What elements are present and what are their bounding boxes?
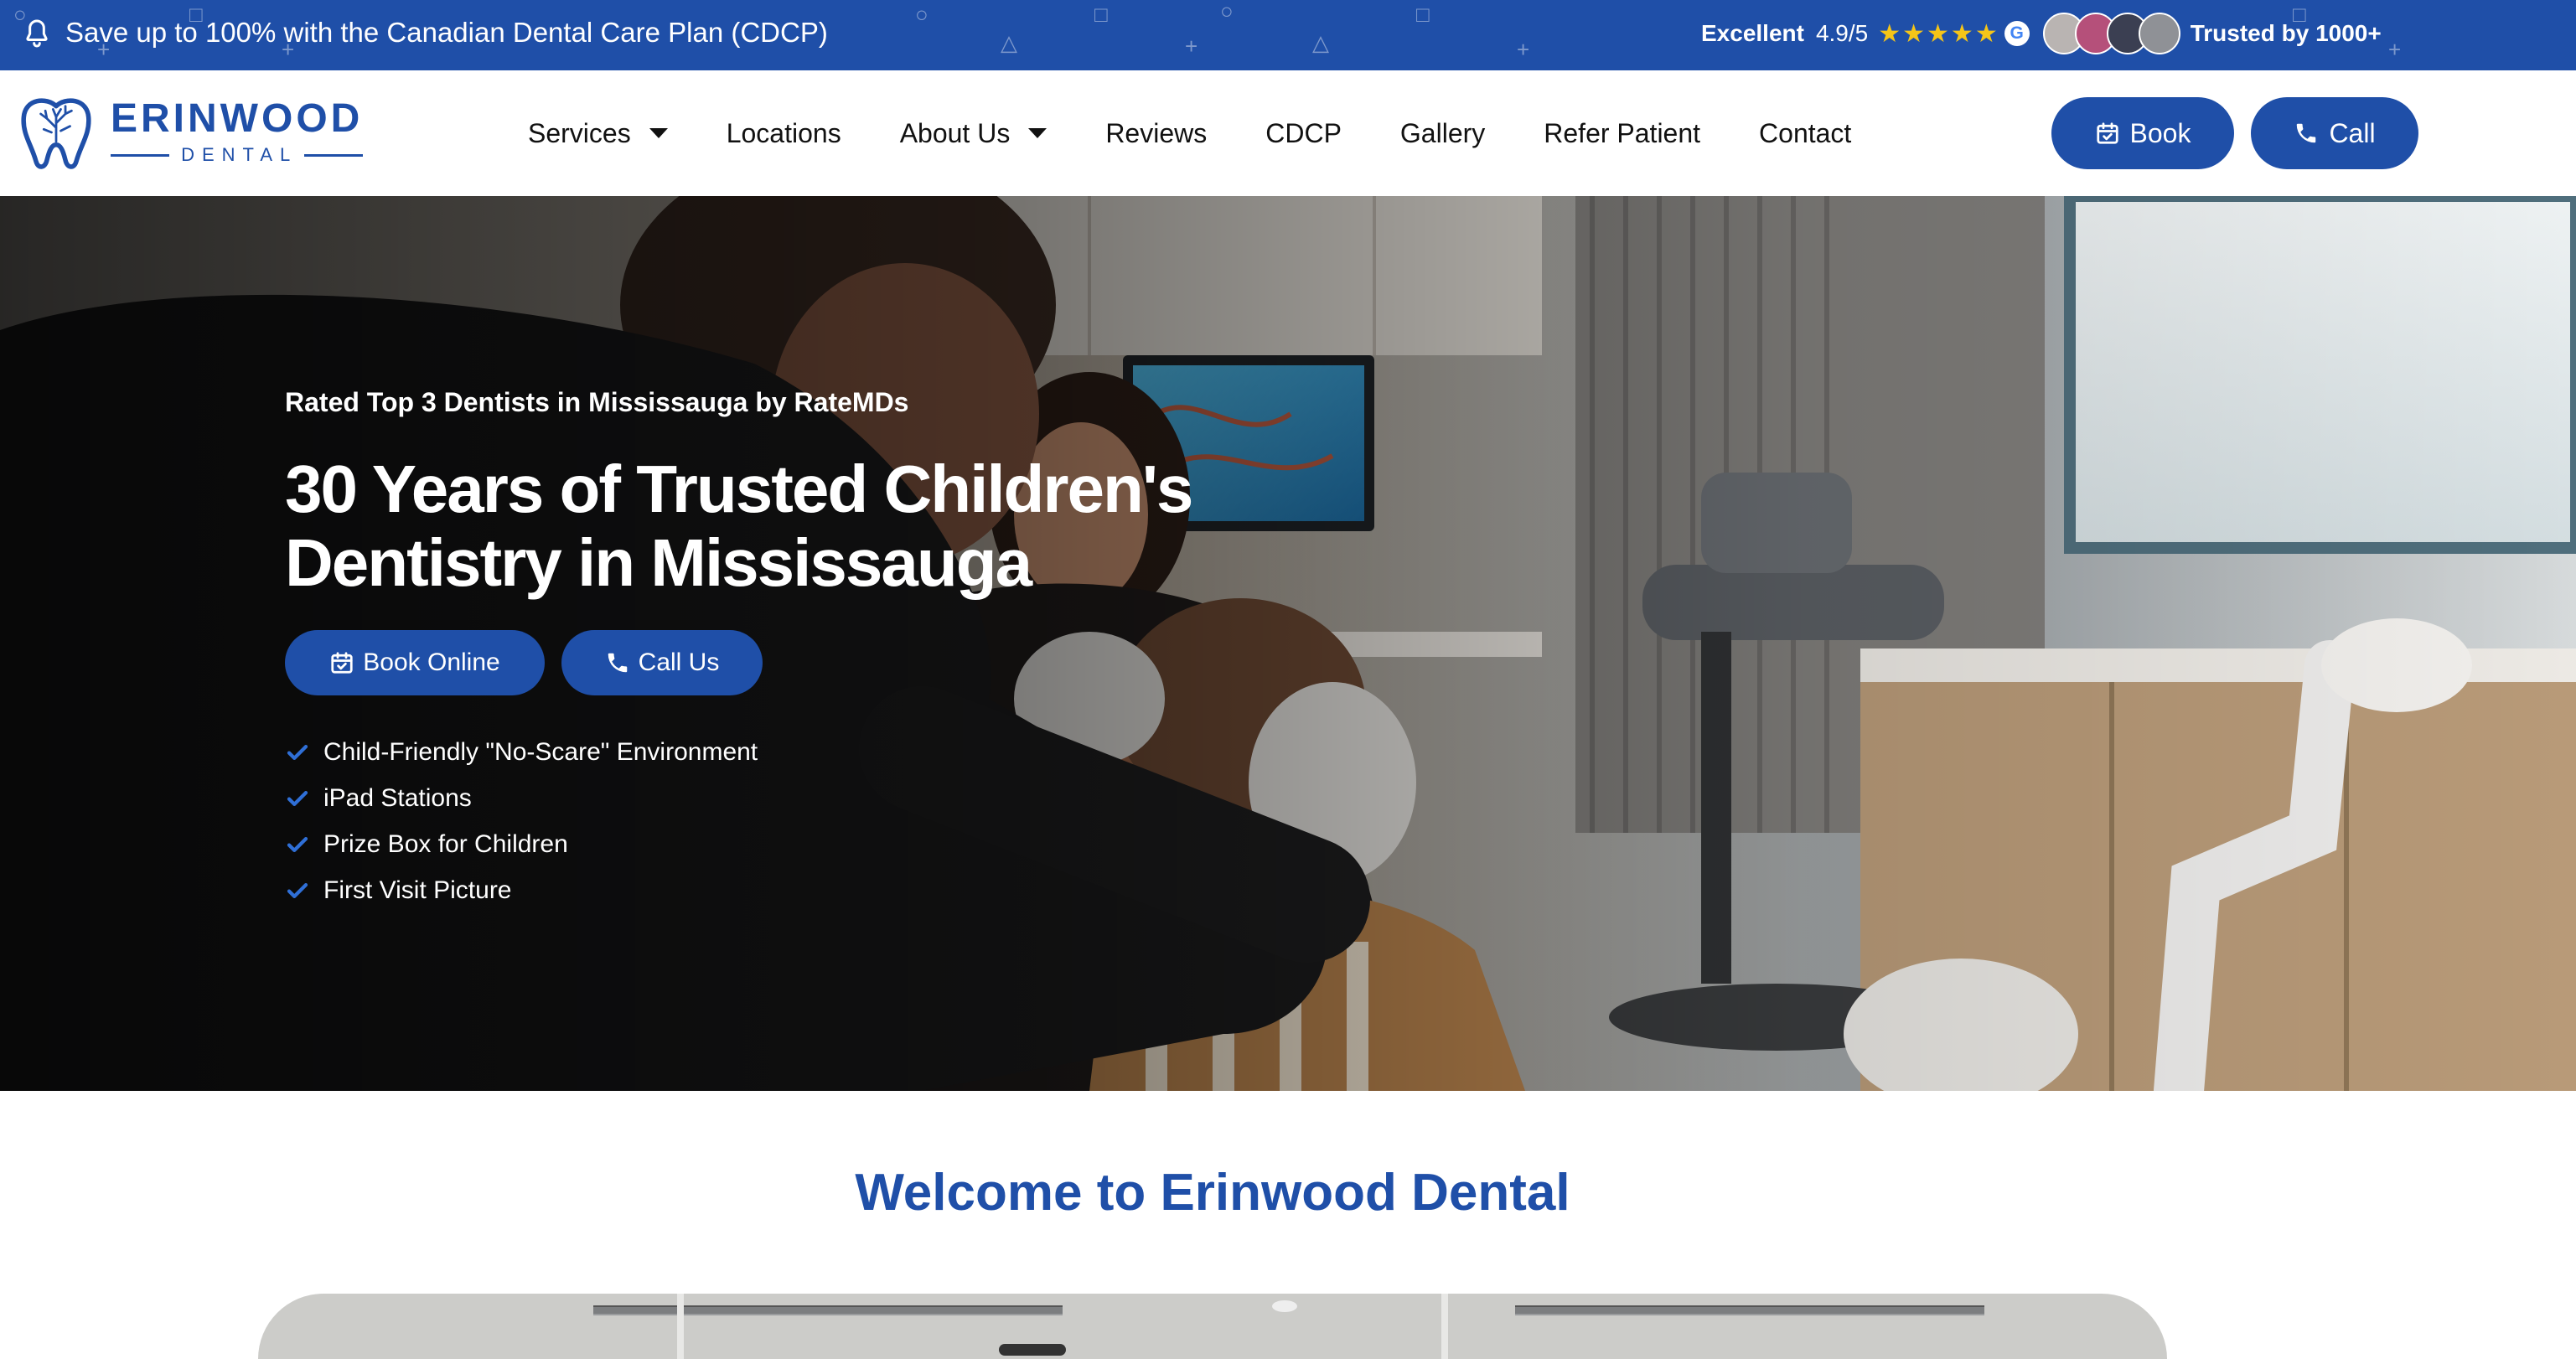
nav-item-label: Contact [1759,117,1852,148]
nav-item-label: Services [528,117,631,148]
nav-item-refer-patient[interactable]: Refer Patient [1544,118,1700,149]
nav-item-contact[interactable]: Contact [1759,118,1851,149]
call-button[interactable]: Call [2251,97,2418,169]
reviewer-avatars [2042,13,2180,54]
star-rating-icon: ★★★★★ [1878,19,1999,48]
logo-divider [111,153,170,157]
checkmark-icon [287,882,308,898]
review-summary[interactable]: Excellent 4.9/5 ★★★★★ G Trusted by 1000+ [1701,13,2382,54]
bell-icon [26,19,48,48]
clinic-video[interactable] [258,1294,2167,1359]
nav-item-label: Reviews [1105,117,1208,148]
list-item: Prize Box for Children [285,821,758,867]
nav-item-label: Locations [726,117,841,148]
nav-item-services[interactable]: Services [528,118,668,149]
rating-label: Excellent [1701,20,1804,46]
decor-square-icon: □ [1094,2,1108,27]
feature-list: Child-Friendly "No-Scare" Environment iP… [285,729,758,913]
cdcp-promo-link[interactable]: Save up to 100% with the Canadian Dental… [65,17,828,49]
erinwood-logo[interactable]: ERINWOOD DENTAL [17,94,364,171]
nav-item-about-us[interactable]: About Us [900,118,1047,149]
nav-item-locations[interactable]: Locations [727,118,841,149]
decor-triangle-icon: △ [1312,30,1329,55]
feature-label: iPad Stations [323,783,472,812]
site-header: ERINWOOD DENTAL Services Locations About… [0,70,2576,196]
nav-item-label: Refer Patient [1544,117,1701,148]
feature-label: Child-Friendly "No-Scare" Environment [323,737,758,766]
checkmark-icon [287,744,308,760]
hero-kicker: Rated Top 3 Dentists in Mississauga by R… [285,387,909,417]
ceiling-vent [593,1305,1063,1315]
phone-icon [608,653,627,673]
google-icon: G [2004,21,2030,46]
tooth-tree-logo-icon [21,98,91,169]
logo-divider [304,153,364,157]
main-nav: Services Locations About Us Reviews CDCP… [528,70,1851,196]
wall-edge [1441,1294,1448,1359]
nav-item-reviews[interactable]: Reviews [1105,118,1207,149]
checkmark-icon [287,790,308,806]
feature-label: Prize Box for Children [323,829,568,858]
decor-plus-icon: + [1517,37,1530,62]
list-item: Child-Friendly "No-Scare" Environment [285,729,758,775]
list-item: First Visit Picture [285,867,758,913]
logo-sub: DENTAL [181,144,298,165]
decor-circle-icon: ○ [915,2,928,27]
nav-item-label: CDCP [1265,117,1342,148]
chevron-down-icon [1028,128,1047,138]
book-button[interactable]: Book [2051,97,2234,169]
book-online-button[interactable]: Book Online [285,630,545,695]
hero-title: 30 Years of Trusted Children's Dentistry… [285,452,1193,600]
ceiling-sensor [1272,1300,1297,1312]
phone-icon [2297,123,2316,143]
decor-plus-icon: + [1185,34,1198,59]
call-us-label: Call Us [638,648,720,676]
call-button-label: Call [2329,117,2376,148]
nav-item-label: About Us [899,117,1011,148]
decor-circle-icon: ○ [1220,0,1234,23]
nav-item-label: Gallery [1399,117,1486,148]
trust-text: Trusted by 1000+ [2190,20,2382,46]
checkmark-icon [287,836,308,852]
welcome-heading: Welcome to Erinwood Dental [855,1164,1570,1222]
book-online-label: Book Online [363,648,500,676]
decor-square-icon: □ [1416,2,1430,27]
list-item: iPad Stations [285,775,758,821]
nav-item-gallery[interactable]: Gallery [1400,118,1485,149]
feature-label: First Visit Picture [323,876,512,904]
avatar [2138,13,2180,54]
calendar-check-icon [331,652,353,674]
nav-item-cdcp[interactable]: CDCP [1265,118,1342,149]
decor-plus-icon: + [2388,37,2402,62]
decor-triangle-icon: △ [1001,30,1017,55]
rating-score: 4.9/5 [1815,20,1869,46]
book-button-label: Book [2129,117,2191,148]
announcement-bar: ○ + □ + ○ △ □ + ○ △ □ + □ + Save up to 1… [0,0,2576,70]
video-progress-handle[interactable] [999,1344,1066,1356]
calendar-check-icon [2096,122,2118,144]
call-us-button[interactable]: Call Us [561,630,763,695]
ceiling-vent [1515,1305,1984,1315]
wall-edge [677,1294,684,1359]
logo-name: ERINWOOD [111,96,364,141]
chevron-down-icon [649,128,668,138]
hero-section: Rated Top 3 Dentists in Mississauga by R… [0,196,2576,1091]
